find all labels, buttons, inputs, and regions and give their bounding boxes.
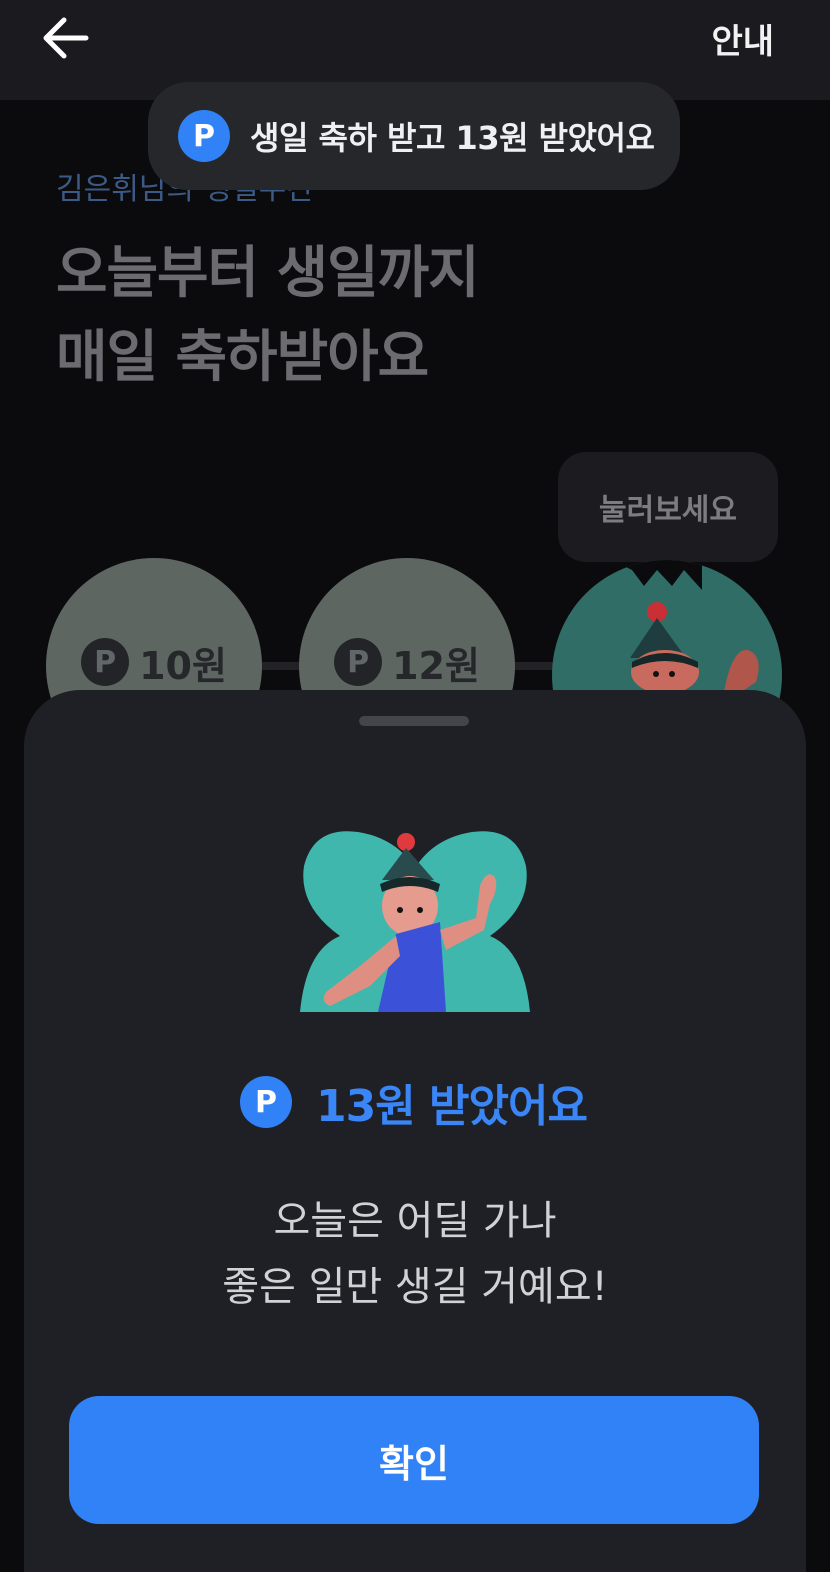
- message-line-2: 좋은 일만 생길 거예요!: [222, 1264, 608, 1310]
- page-title: 오늘부터 생일까지 매일 축하받아요: [56, 232, 480, 400]
- birthday-message: 오늘은 어딜 가나 좋은 일만 생길 거예요!: [24, 1188, 806, 1320]
- point-icon: P: [178, 110, 230, 162]
- confirm-button[interactable]: 확인: [69, 1396, 759, 1524]
- point-icon: P: [334, 638, 383, 686]
- reward-toast: P 생일 축하 받고 13원 받았어요: [148, 82, 680, 190]
- message-line-1: 오늘은 어딜 가나: [273, 1198, 557, 1244]
- reward-summary: P 13원 받았어요: [240, 1070, 588, 1134]
- title-line-1: 오늘부터 생일까지: [56, 241, 480, 306]
- back-arrow-icon[interactable]: [40, 14, 92, 62]
- reward-bottom-sheet: P 13원 받았어요 오늘은 어딜 가나 좋은 일만 생길 거예요! 확인: [24, 690, 806, 1572]
- toast-message: 생일 축하 받고 13원 받았어요: [250, 119, 655, 157]
- point-icon: P: [240, 1076, 292, 1128]
- guide-button[interactable]: 안내: [711, 14, 774, 63]
- sheet-drag-handle[interactable]: [359, 716, 469, 726]
- day-reward-amount: 12원: [392, 643, 480, 688]
- tap-hint-tooltip: 눌러보세요: [558, 452, 778, 578]
- day-reward-amount: 10원: [139, 643, 227, 688]
- title-line-2: 매일 축하받아요: [56, 325, 429, 390]
- point-icon: P: [81, 638, 130, 686]
- party-character-icon: [300, 831, 530, 1012]
- reward-amount-text: 13원 받았어요: [316, 1081, 588, 1132]
